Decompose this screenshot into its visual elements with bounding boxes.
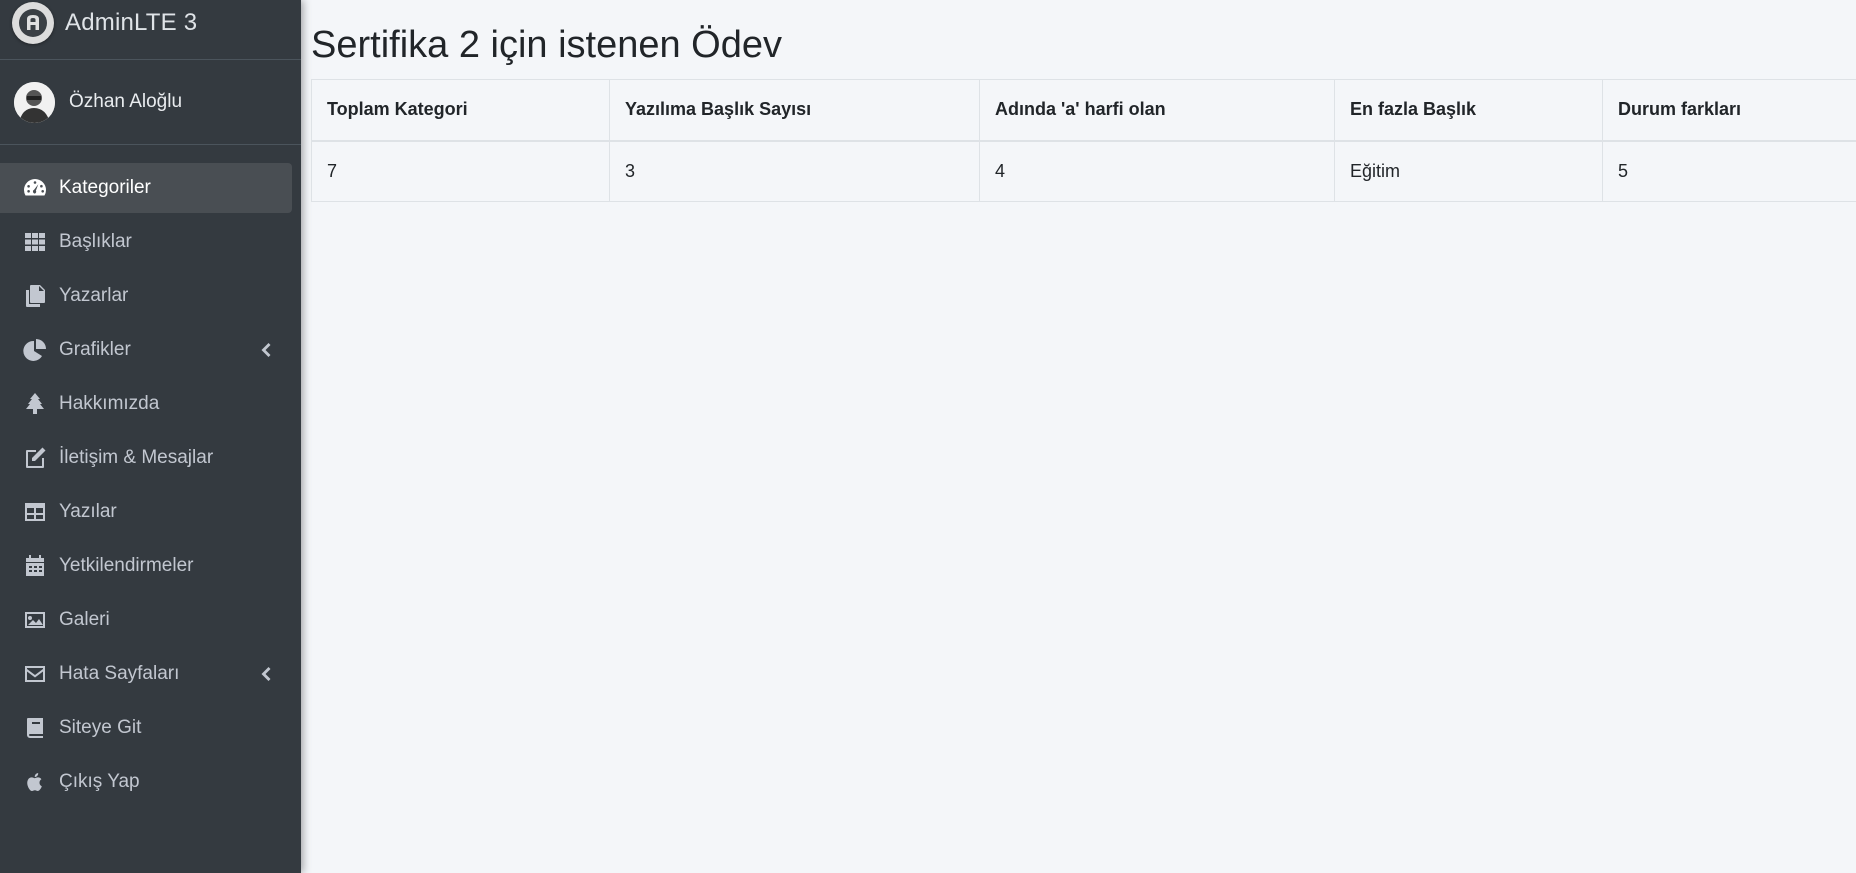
sidebar-nav: Kategoriler Başlıklar Yazarlar Grafikler xyxy=(0,145,301,807)
sidebar-item-yazilar[interactable]: Yazılar xyxy=(0,487,292,537)
tachometer-icon xyxy=(22,175,48,201)
sidebar-item-yazarlar[interactable]: Yazarlar xyxy=(0,271,292,321)
column-header: Durum farkları xyxy=(1602,79,1856,142)
chevron-left-icon xyxy=(258,340,272,360)
sidebar-item-label: Grafikler xyxy=(59,339,131,360)
sidebar-item-hata-sayfalari[interactable]: Hata Sayfaları xyxy=(0,649,292,699)
sidebar-item-label: İletişim & Mesajlar xyxy=(59,447,214,468)
sidebar-item-label: Başlıklar xyxy=(59,231,132,252)
main-content: Sertifika 2 için istenen Ödev Toplam Kat… xyxy=(301,0,1856,873)
table-cell: Eğitim xyxy=(1334,140,1603,202)
envelope-icon xyxy=(22,661,48,687)
adminlte-logo-icon xyxy=(12,1,54,44)
table-cell: 7 xyxy=(311,140,610,202)
sidebar-item-label: Yetkilendirmeler xyxy=(59,555,194,576)
sidebar-item-cikis-yap[interactable]: Çıkış Yap xyxy=(0,757,292,807)
sidebar-item-label: Çıkış Yap xyxy=(59,771,140,792)
sidebar-item-hakkimizda[interactable]: Hakkımızda xyxy=(0,379,292,429)
user-panel[interactable]: Özhan Aloğlu xyxy=(0,60,301,145)
column-header: En fazla Başlık xyxy=(1334,79,1603,142)
table-icon xyxy=(22,499,48,525)
sidebar-item-basliklar[interactable]: Başlıklar xyxy=(0,217,292,267)
table-row: 7 3 4 Eğitim 5 xyxy=(311,140,1856,202)
table-cell: 4 xyxy=(979,140,1335,202)
pie-chart-icon xyxy=(22,337,48,363)
calendar-icon xyxy=(22,553,48,579)
tree-icon xyxy=(22,391,48,417)
table-header-row: Toplam Kategori Yazılıma Başlık Sayısı A… xyxy=(311,79,1856,142)
sidebar-item-label: Yazılar xyxy=(59,501,117,522)
sidebar-item-galeri[interactable]: Galeri xyxy=(0,595,292,645)
sidebar-item-label: Hata Sayfaları xyxy=(59,663,180,684)
column-header: Yazılıma Başlık Sayısı xyxy=(609,79,980,142)
sidebar-item-label: Hakkımızda xyxy=(59,393,160,414)
image-icon xyxy=(22,607,48,633)
avatar xyxy=(14,81,55,123)
sidebar: AdminLTE 3 Özhan Aloğlu Kategoriler Başl… xyxy=(0,0,301,873)
sidebar-item-siteye-git[interactable]: Siteye Git xyxy=(0,703,292,753)
sidebar-item-label: Galeri xyxy=(59,609,110,630)
brand-link[interactable]: AdminLTE 3 xyxy=(0,0,301,60)
sidebar-item-grafikler[interactable]: Grafikler xyxy=(0,325,292,375)
copy-icon xyxy=(22,283,48,309)
table-cell: 3 xyxy=(609,140,980,202)
brand-title: AdminLTE 3 xyxy=(65,8,198,36)
book-icon xyxy=(22,715,48,741)
chevron-left-icon xyxy=(258,664,272,684)
stats-table: Toplam Kategori Yazılıma Başlık Sayısı A… xyxy=(311,79,1856,202)
sidebar-item-yetkilendirmeler[interactable]: Yetkilendirmeler xyxy=(0,541,292,591)
table-cell: 5 xyxy=(1602,140,1856,202)
sidebar-item-iletisim[interactable]: İletişim & Mesajlar xyxy=(0,433,292,483)
apple-icon xyxy=(22,769,48,795)
sidebar-item-label: Yazarlar xyxy=(59,285,129,306)
sidebar-item-label: Kategoriler xyxy=(59,177,151,198)
edit-icon xyxy=(22,445,48,471)
sidebar-item-label: Siteye Git xyxy=(59,717,142,738)
sidebar-item-kategoriler[interactable]: Kategoriler xyxy=(0,163,292,213)
page-title: Sertifika 2 için istenen Ödev xyxy=(311,24,783,66)
column-header: Adında 'a' harfi olan xyxy=(979,79,1335,142)
grid-icon xyxy=(22,229,48,255)
column-header: Toplam Kategori xyxy=(311,79,610,142)
user-name: Özhan Aloğlu xyxy=(69,91,183,112)
